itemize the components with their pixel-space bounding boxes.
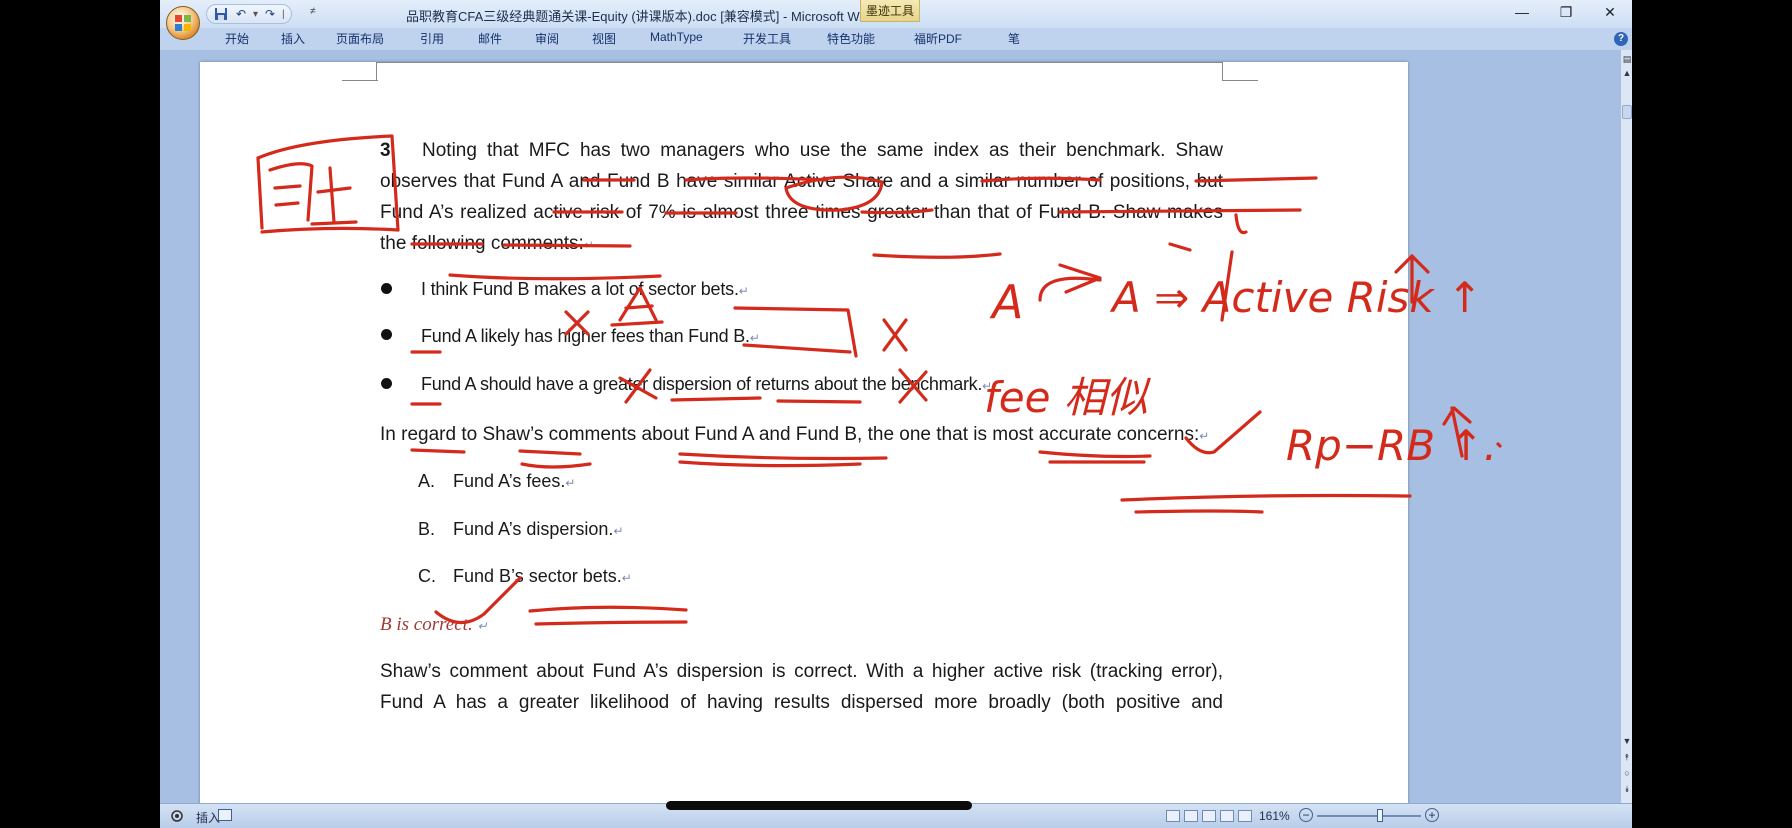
web-layout-view-button[interactable] [1202,810,1216,822]
draft-view-button[interactable] [1238,810,1252,822]
window-controls: — ❐ ✕ [1500,0,1632,26]
office-button[interactable] [166,6,200,40]
margin-corner-mark [377,62,1223,63]
answer-text: B is correct. [380,614,473,635]
option-text: Fund A’s fees. [453,471,566,491]
print-layout-view-button[interactable] [1166,810,1180,822]
question-line-2: observes that Fund A and Fund B have sim… [380,171,1223,192]
option-text: Fund A’s dispersion. [453,519,614,539]
paragraph-mark: ↵ [565,476,576,490]
question-number: 3. [380,140,396,161]
home-indicator-bar [666,801,972,810]
answer-line: B is correct. ↵ [380,609,488,642]
zoom-in-button[interactable]: + [1425,808,1439,822]
tab-insert[interactable]: 插入 [281,30,305,47]
insert-mode-indicator[interactable]: 插入 [196,809,220,826]
undo-icon[interactable]: ↶ [233,7,249,21]
paragraph-mark: ↵ [738,284,749,298]
chevron-down-icon[interactable]: ▾ [253,9,258,20]
question-prompt: In regard to Shaw’s comments about Fund … [380,419,1209,452]
window-title: 品职教育CFA三级经典题通关课-Equity (讲课版本).doc [兼容模式]… [406,9,879,24]
tab-mathtype[interactable]: MathType [650,30,703,44]
previous-page-icon[interactable]: ⯭ [1622,752,1632,764]
tab-pen[interactable]: 笔 [1008,30,1020,47]
question-line-1: Noting that MFC has two managers who use… [422,140,1223,161]
macro-record-icon[interactable] [170,809,184,826]
question-line-4-text: the following comments: [380,233,584,254]
document-workspace: 3. Noting that MFC has two managers who … [160,50,1620,803]
tab-special-features[interactable]: 特色功能 [827,30,875,47]
bullet-item: I think Fund B makes a lot of sector bet… [421,274,749,307]
paragraph-mark: ↵ [613,524,624,538]
tab-developer[interactable]: 开发工具 [743,30,791,47]
bullet-item-text: I think Fund B makes a lot of sector bet… [421,279,739,299]
margin-corner-mark [1222,62,1231,80]
paragraph-mark: ↵ [477,619,488,633]
explanation-line-1: Shaw’s comment about Fund A’s dispersion… [380,661,1223,682]
bullet-icon [381,329,392,340]
scroll-thumb[interactable] [1622,105,1632,119]
option-text-c: Fund B’s sector bets.↵ [453,561,632,594]
question-line-4: the following comments:↵ [380,228,594,261]
outline-view-button[interactable] [1220,810,1234,822]
bullet-item-text: Fund A likely has higher fees than Fund … [421,326,750,346]
vertical-scrollbar[interactable]: ▤ ▲ ▼ ⯭ ○ ⯯ [1620,50,1632,803]
tab-foxit-pdf[interactable]: 福昕PDF [914,30,962,47]
tab-view[interactable]: 视图 [592,30,616,47]
option-letter-b: B. [418,519,436,539]
word-window: ↶ ▾ ↷ | ≠ 品职教育CFA三级经典题通关课-Equity (讲课版本).… [160,0,1632,828]
bullet-item-text: Fund A should have a greater dispersion … [421,374,983,394]
option-text-b: Fund A’s dispersion.↵ [453,514,624,547]
document-page[interactable]: 3. Noting that MFC has two managers who … [200,62,1408,803]
paragraph-mark: ↵ [583,238,594,252]
scroll-up-icon[interactable]: ▲ [1622,68,1632,80]
restore-button[interactable]: ❐ [1544,0,1588,24]
office-logo-icon [175,15,191,31]
full-screen-reading-button[interactable] [1184,810,1198,822]
browse-object-icon[interactable]: ○ [1622,768,1632,780]
tab-references[interactable]: 引用 [420,30,444,47]
paragraph-mark: ↵ [749,331,760,345]
ribbon-tab-bar: 开始 插入 页面布局 引用 邮件 审阅 视图 MathType 开发工具 特色功… [160,28,1632,50]
margin-corner-mark [368,62,377,80]
language-icon[interactable] [218,809,232,824]
tab-review[interactable]: 审阅 [535,30,559,47]
option-letter-a: A. [418,471,436,491]
explanation-line-2: Fund A has a greater likelihood of havin… [380,692,1223,713]
customize-qat-icon[interactable]: ≠ [310,6,316,17]
quick-access-toolbar: ↶ ▾ ↷ | [206,4,292,24]
paragraph-mark: ↵ [621,571,632,585]
option-text-a: Fund A’s fees.↵ [453,466,575,499]
question-line-3: Fund A’s realized active risk of 7% is a… [380,202,1223,223]
tab-home[interactable]: 开始 [225,30,249,47]
close-button[interactable]: ✕ [1588,0,1632,24]
title-bar: ↶ ▾ ↷ | ≠ 品职教育CFA三级经典题通关课-Equity (讲课版本).… [160,0,1632,28]
option-letter-c: C. [418,566,436,586]
minimize-button[interactable]: — [1500,0,1544,24]
bullet-item: Fund A likely has higher fees than Fund … [421,321,760,354]
ink-tools-contextual-tab[interactable]: 墨迹工具 [860,0,920,22]
zoom-slider-thumb[interactable] [1377,809,1384,822]
bullet-item: Fund A should have a greater dispersion … [421,369,992,402]
option-text: Fund B’s sector bets. [453,566,622,586]
zoom-slider[interactable] [1317,815,1421,817]
bullet-icon [381,283,392,294]
ruler-toggle-icon[interactable]: ▤ [1622,54,1632,66]
paragraph-mark: ↵ [982,379,992,393]
zoom-out-button[interactable]: − [1299,808,1313,822]
qat-separator: | [282,8,285,20]
scroll-down-icon[interactable]: ▼ [1622,736,1632,748]
tab-mailings[interactable]: 邮件 [478,30,502,47]
next-page-icon[interactable]: ⯯ [1622,784,1632,796]
tab-page-layout[interactable]: 页面布局 [336,30,384,47]
save-icon[interactable] [213,7,229,21]
zoom-level[interactable]: 161% [1259,809,1290,823]
paragraph-mark: ↵ [1199,429,1210,443]
margin-corner-mark [1222,80,1258,81]
redo-icon[interactable]: ↷ [262,7,278,21]
help-icon[interactable]: ? [1614,32,1628,46]
margin-corner-mark [342,80,378,81]
question-prompt-text: In regard to Shaw’s comments about Fund … [380,424,1200,445]
bullet-icon [381,378,392,389]
